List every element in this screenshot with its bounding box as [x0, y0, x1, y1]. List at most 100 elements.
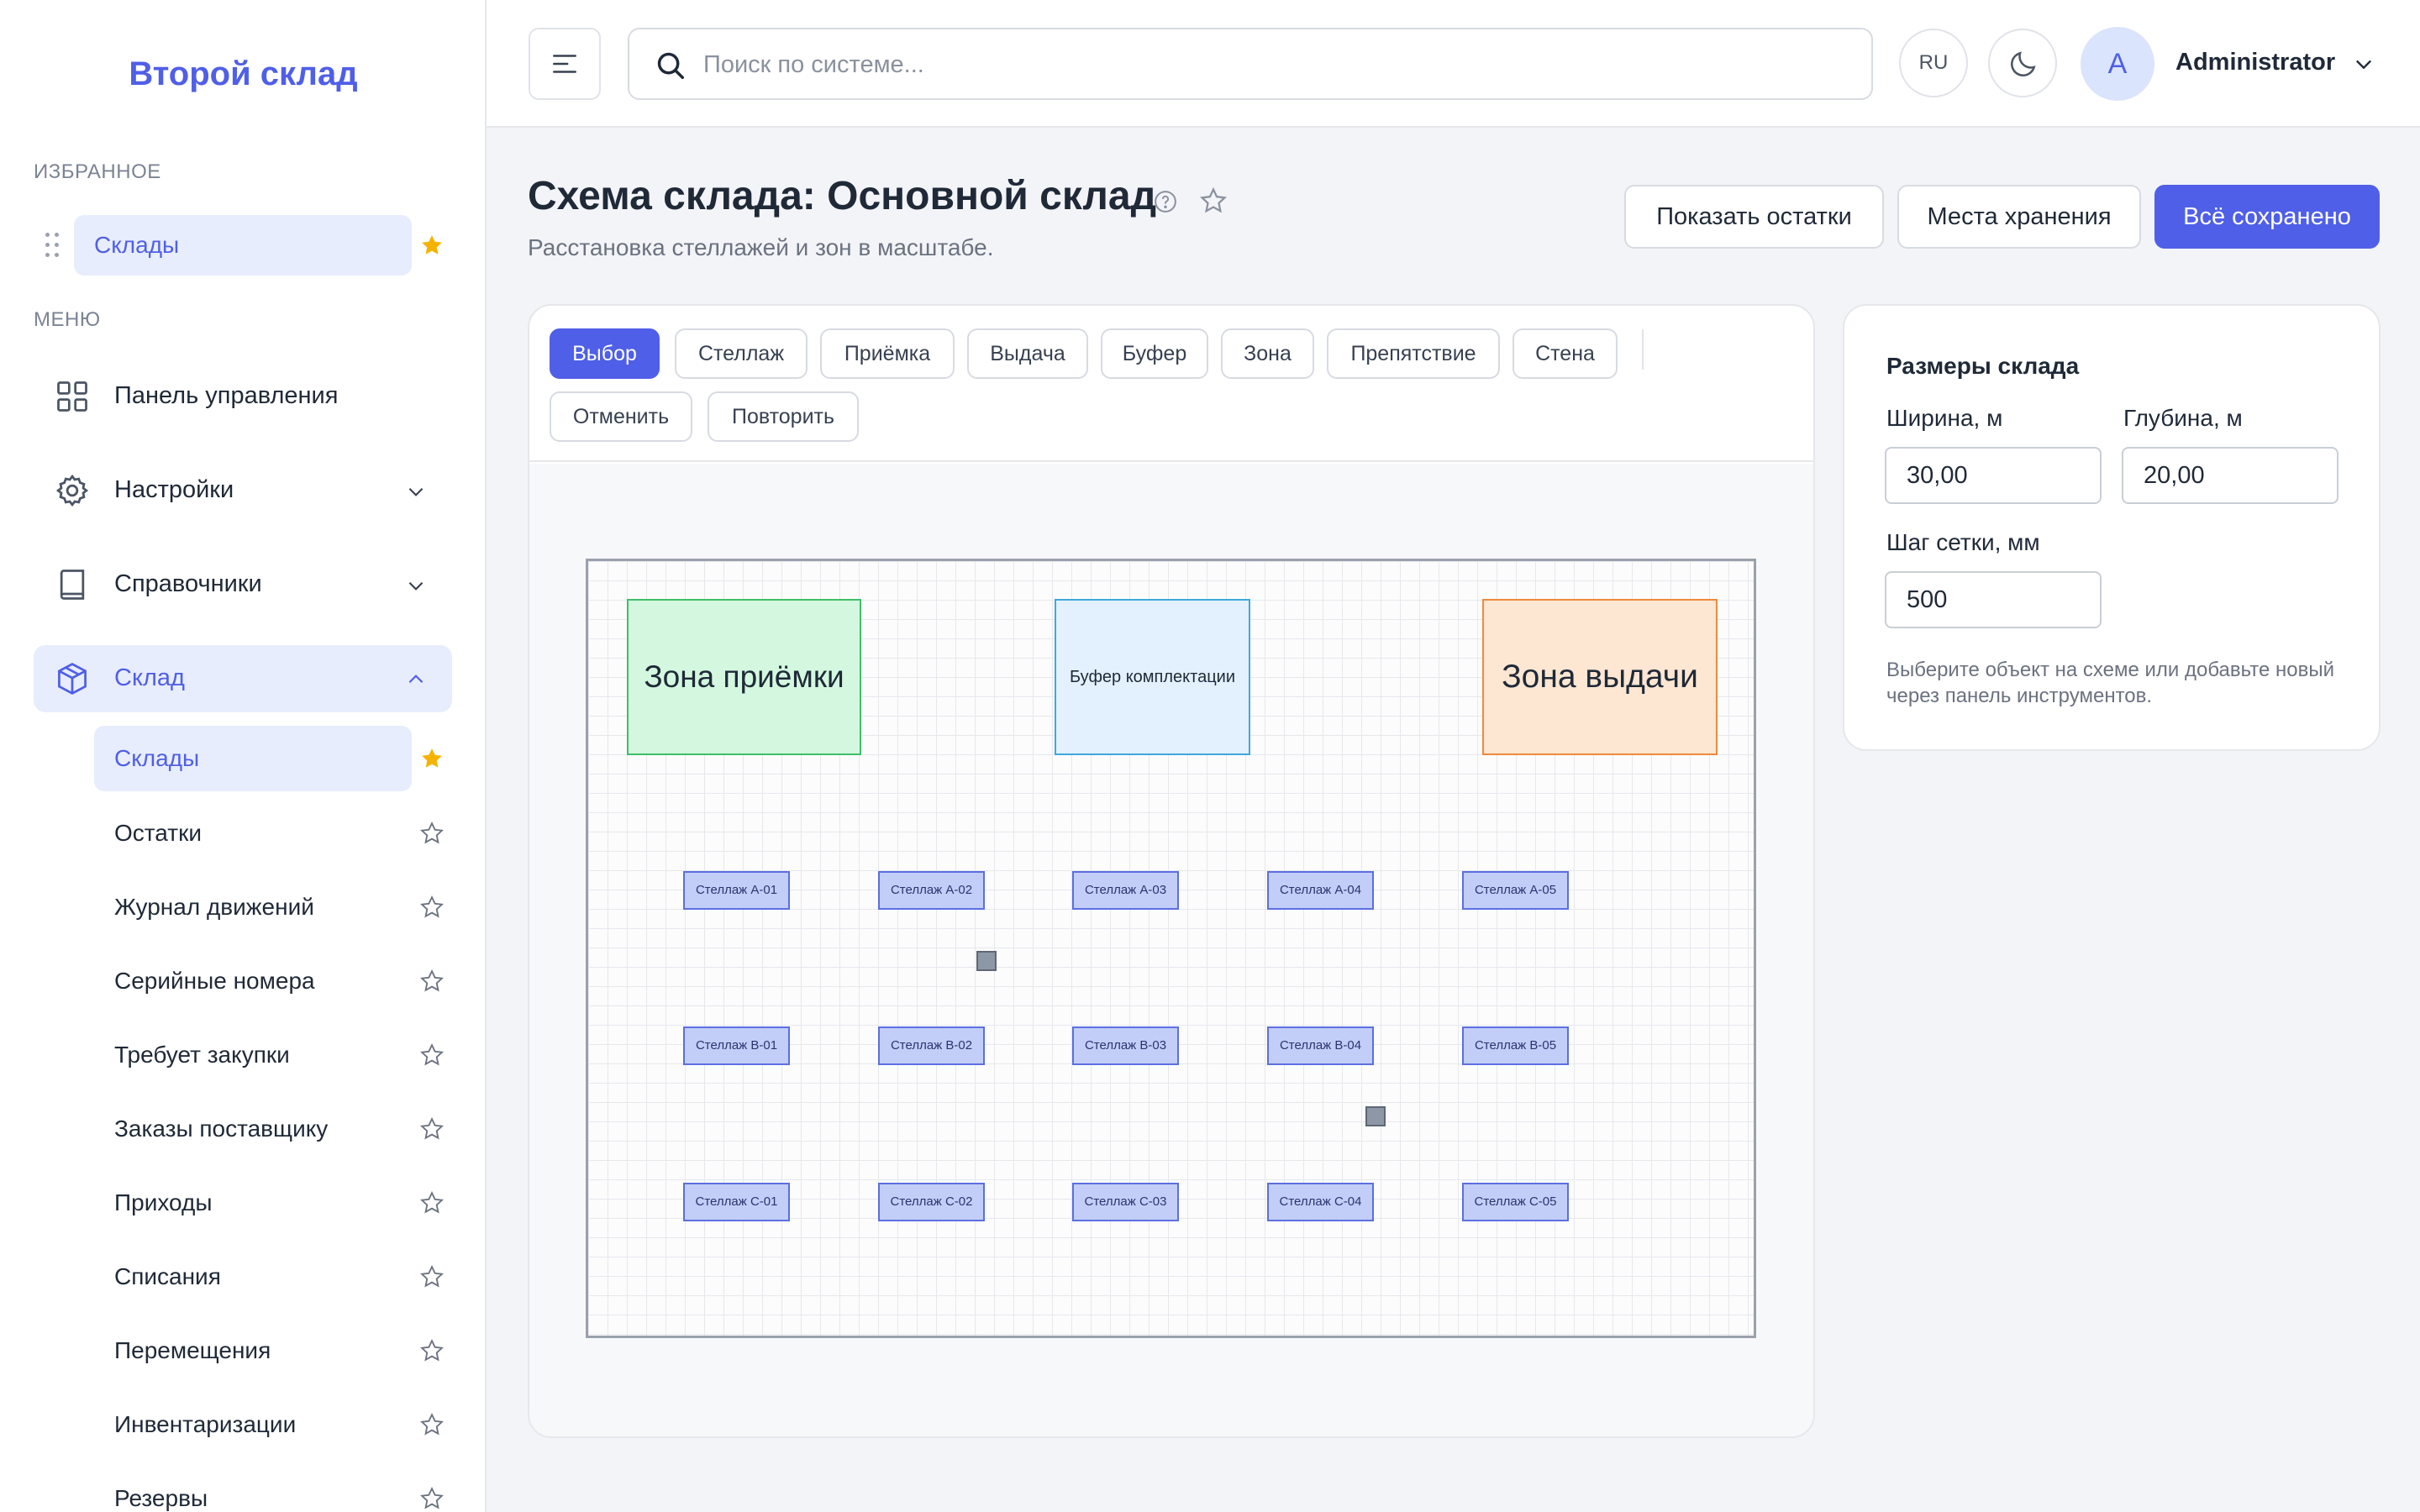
sidebar-subitem-transfers[interactable]: Перемещения — [94, 1318, 412, 1383]
drag-handle-icon[interactable] — [44, 233, 62, 258]
sidebar-subitem-label: Резервы — [114, 1485, 208, 1511]
star-outline-icon[interactable] — [419, 1486, 445, 1511]
sidebar-item-dashboard[interactable]: Панель управления — [34, 363, 452, 430]
depth-field[interactable] — [2122, 447, 2338, 504]
star-outline-icon[interactable] — [419, 969, 445, 994]
sidebar-subitem-receipts[interactable]: Приходы — [94, 1170, 412, 1236]
obstacle[interactable] — [1365, 1106, 1386, 1126]
favorites-section-label: ИЗБРАННОЕ — [34, 160, 161, 183]
star-outline-icon[interactable] — [1199, 186, 1228, 215]
chevron-up-icon — [408, 675, 424, 684]
rack[interactable]: Стеллаж C-01 — [683, 1183, 790, 1221]
rack[interactable]: Стеллаж A-01 — [683, 871, 790, 910]
star-outline-icon[interactable] — [419, 895, 445, 920]
sidebar-item-settings[interactable]: Настройки — [34, 457, 452, 524]
sidebar-subitem-label: Требует закупки — [114, 1042, 290, 1068]
book-icon — [60, 570, 85, 600]
star-outline-icon[interactable] — [419, 1264, 445, 1289]
chevron-down-icon — [408, 487, 424, 496]
sidebar-subitem-supplier-orders[interactable]: Заказы поставщику — [94, 1096, 412, 1162]
sidebar-subitem-stock[interactable]: Остатки — [94, 801, 412, 866]
depth-label: Глубина, м — [2123, 405, 2243, 431]
tool-shipping[interactable]: Выдача — [967, 328, 1088, 379]
page-subtitle: Расстановка стеллажей и зон в масштабе. — [528, 234, 994, 260]
avatar[interactable]: A — [2081, 27, 2154, 101]
sidebar-subitem-label: Журнал движений — [114, 894, 314, 920]
tool-rack[interactable]: Стеллаж — [675, 328, 808, 379]
redo-button[interactable]: Повторить — [708, 391, 859, 442]
rack[interactable]: Стеллаж B-04 — [1267, 1026, 1374, 1065]
grid-step-field[interactable] — [1885, 571, 2102, 628]
tool-buffer[interactable]: Буфер — [1101, 328, 1208, 379]
zone-buffer[interactable]: Буфер комплектации — [1055, 599, 1250, 755]
star-outline-icon[interactable] — [419, 1042, 445, 1068]
sidebar-item-warehouse[interactable]: Склад — [34, 645, 452, 712]
rack[interactable]: Стеллаж A-04 — [1267, 871, 1374, 910]
rack[interactable]: Стеллаж C-02 — [878, 1183, 985, 1221]
sidebar-subitem-movement-log[interactable]: Журнал движений — [94, 874, 412, 940]
rack[interactable]: Стеллаж B-02 — [878, 1026, 985, 1065]
star-outline-icon[interactable] — [419, 1116, 445, 1142]
menu-icon — [553, 55, 576, 73]
box-icon — [58, 663, 87, 695]
sidebar-subitem-label: Остатки — [114, 820, 202, 846]
sidebar-subitem-write-offs[interactable]: Списания — [94, 1244, 412, 1310]
sidebar-item-label: Настройки — [114, 476, 234, 503]
tool-receiving[interactable]: Приёмка — [820, 328, 955, 379]
save-status-button[interactable]: Всё сохранено — [2154, 185, 2380, 249]
sidebar-subitem-serial-numbers[interactable]: Серийные номера — [94, 948, 412, 1014]
sidebar-subitem-label: Серийные номера — [114, 968, 315, 994]
search-icon — [657, 52, 684, 79]
rack[interactable]: Стеллаж B-05 — [1462, 1026, 1569, 1065]
user-name[interactable]: Administrator — [2175, 49, 2335, 76]
star-outline-icon[interactable] — [419, 821, 445, 846]
rack[interactable]: Стеллаж C-03 — [1072, 1183, 1179, 1221]
editor-toolbar: Выбор Стеллаж Приёмка Выдача Буфер Зона … — [529, 306, 1813, 462]
search-input[interactable] — [703, 46, 1846, 83]
zone-receiving[interactable]: Зона приёмки — [627, 599, 861, 755]
panel-hint: Выберите объект на схеме или добавьте но… — [1886, 659, 2335, 707]
rack[interactable]: Стеллаж B-03 — [1072, 1026, 1179, 1065]
sidebar-subitem-label: Перемещения — [114, 1337, 271, 1363]
chevron-down-icon[interactable] — [2352, 52, 2375, 76]
theme-toggle-button[interactable] — [1988, 29, 2057, 97]
brand-logo[interactable]: Второй склад — [0, 55, 487, 93]
moon-icon — [2011, 51, 2036, 76]
rack[interactable]: Стеллаж B-01 — [683, 1026, 790, 1065]
sidebar-subitem-needs-purchase[interactable]: Требует закупки — [94, 1022, 412, 1088]
sidebar-subitem-warehouses[interactable]: Склады — [94, 726, 412, 791]
width-field[interactable] — [1885, 447, 2102, 504]
grid-step-label: Шаг сетки, мм — [1886, 529, 2040, 555]
sidebar-subitem-reserves[interactable]: Резервы — [94, 1466, 412, 1512]
star-filled-icon[interactable] — [419, 746, 445, 771]
warehouse-dimensions-panel: Размеры склада Ширина, м Глубина, м Шаг … — [1843, 304, 2381, 751]
rack[interactable]: Стеллаж C-04 — [1267, 1183, 1374, 1221]
star-outline-icon[interactable] — [419, 1190, 445, 1215]
sidebar-item-references[interactable]: Справочники — [34, 551, 452, 618]
star-filled-icon[interactable] — [419, 233, 445, 258]
star-outline-icon[interactable] — [419, 1338, 445, 1363]
global-search[interactable] — [628, 28, 1873, 100]
sidebar-subitem-inventories[interactable]: Инвентаризации — [94, 1392, 412, 1457]
undo-button[interactable]: Отменить — [550, 391, 692, 442]
star-outline-icon[interactable] — [419, 1412, 445, 1437]
tool-zone[interactable]: Зона — [1221, 328, 1314, 379]
help-icon[interactable] — [1153, 189, 1178, 214]
tool-select[interactable]: Выбор — [550, 328, 660, 379]
obstacle[interactable] — [976, 951, 997, 971]
language-switch[interactable]: RU — [1899, 29, 1968, 97]
storage-places-button[interactable]: Места хранения — [1897, 185, 2141, 249]
warehouse-plan-canvas[interactable]: Зона приёмки Буфер комплектации Зона выд… — [586, 559, 1756, 1338]
menu-toggle-button[interactable] — [529, 28, 601, 100]
rack[interactable]: Стеллаж C-05 — [1462, 1183, 1569, 1221]
rack[interactable]: Стеллаж A-05 — [1462, 871, 1569, 910]
rack[interactable]: Стеллаж A-02 — [878, 871, 985, 910]
favorite-item-warehouses[interactable]: Склады — [74, 215, 412, 276]
show-stock-button[interactable]: Показать остатки — [1624, 185, 1884, 249]
tool-wall[interactable]: Стена — [1512, 328, 1618, 379]
favorite-item-label: Склады — [94, 232, 180, 258]
tool-obstacle[interactable]: Препятствие — [1327, 328, 1500, 379]
rack[interactable]: Стеллаж A-03 — [1072, 871, 1179, 910]
zone-shipping[interactable]: Зона выдачи — [1482, 599, 1718, 755]
sidebar-subitem-label: Склады — [114, 745, 200, 771]
